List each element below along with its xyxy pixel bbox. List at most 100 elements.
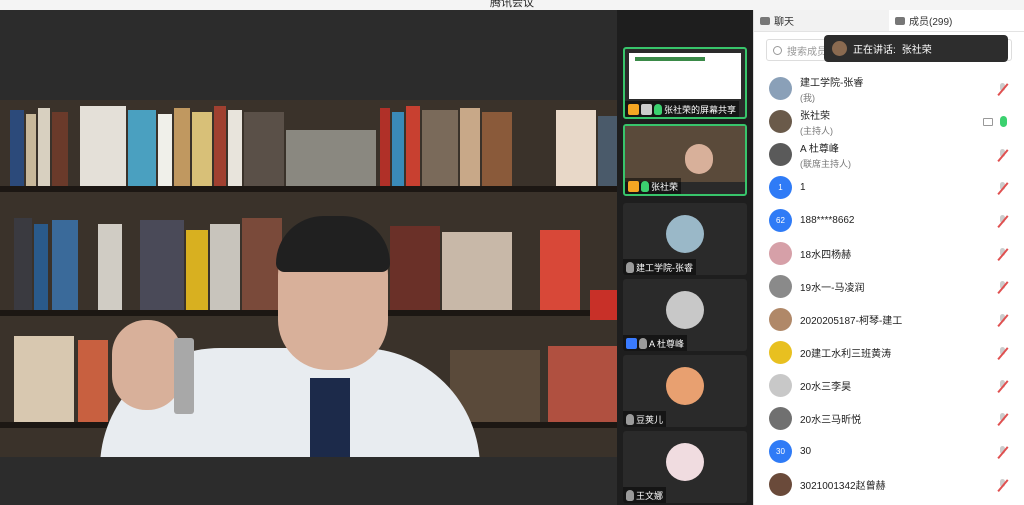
speaker-video — [0, 100, 617, 457]
participant-tile[interactable]: 张社荣 — [623, 124, 747, 196]
tile-label: 张社荣 — [651, 181, 679, 192]
member-name-block: 20水三马昕悦 — [800, 411, 861, 426]
mic-icon — [641, 180, 649, 192]
mic-muted-icon — [626, 413, 634, 425]
member-name: 20水三李昊 — [800, 382, 852, 393]
cohost-icon — [626, 337, 637, 349]
member-name-block: 20水三李昊 — [800, 378, 851, 393]
participant-tile[interactable]: A 杜尊峰 — [623, 279, 747, 351]
avatar — [769, 308, 792, 331]
member-name: 20建工水利三班黄涛 — [800, 349, 892, 360]
search-icon — [773, 45, 782, 55]
mic-muted-icon[interactable] — [998, 247, 1007, 260]
avatar — [666, 443, 704, 481]
member-name: 2020205187-柯琴-建工 — [800, 316, 903, 327]
member-row[interactable]: 30 30 — [754, 435, 1024, 468]
member-row[interactable]: 2020205187-柯琴-建工 — [754, 303, 1024, 336]
tile-label: A 杜尊峰 — [649, 338, 685, 349]
mic-muted-icon[interactable] — [998, 445, 1007, 458]
member-row[interactable]: 张社荣 (主持人) — [754, 105, 1024, 138]
avatar: 30 — [769, 440, 792, 463]
avatar — [769, 242, 792, 265]
mic-muted-icon[interactable] — [998, 412, 1007, 425]
avatar — [769, 473, 792, 496]
member-row[interactable]: A 杜尊峰 (联席主持人) — [754, 138, 1024, 171]
member-row[interactable]: 建工学院-张睿 (我) — [754, 72, 1024, 105]
member-name-block: A 杜尊峰 (联席主持人) — [800, 140, 851, 170]
member-name: 1 — [800, 182, 806, 193]
member-name-block: 30 — [800, 446, 811, 457]
mic-muted-icon — [639, 337, 647, 349]
video-thumbnail-strip[interactable]: 张社荣的屏幕共享 张社荣 建工学院-张睿 A 杜尊峰 豆荚儿 王文娜 — [617, 10, 753, 505]
avatar — [666, 215, 704, 253]
member-name: 张社荣 — [800, 110, 830, 122]
member-name: 建工学院-张睿 — [800, 77, 864, 89]
avatar — [769, 275, 792, 298]
mic-muted-icon[interactable] — [998, 214, 1007, 227]
member-name: 20水三马昕悦 — [800, 415, 862, 426]
avatar — [769, 110, 792, 133]
member-name-block: 1 — [800, 182, 806, 193]
mic-icon[interactable] — [1000, 116, 1007, 127]
member-name: 19水一-马凌润 — [800, 283, 865, 294]
member-name-block: 张社荣 (主持人) — [800, 107, 833, 137]
mic-muted-icon — [626, 489, 634, 501]
tile-label: 建工学院-张睿 — [636, 262, 693, 273]
mic-muted-icon[interactable] — [998, 379, 1007, 392]
member-name: 3021001342赵曾赫 — [800, 481, 886, 492]
tab-chat[interactable]: 聊天 — [754, 10, 889, 31]
member-row[interactable]: 19水一-马凌润 — [754, 270, 1024, 303]
member-role: (我) — [800, 92, 815, 103]
chat-icon — [760, 16, 770, 25]
member-row[interactable]: 3021001342赵曾赫 — [754, 468, 1024, 501]
tab-members[interactable]: 成员(299) — [889, 10, 1024, 31]
mic-icon — [654, 103, 662, 115]
screen-share-icon — [983, 117, 993, 126]
panel-tabs: 聊天 成员(299) — [754, 10, 1024, 32]
mic-muted-icon — [626, 261, 634, 273]
members-icon — [895, 16, 905, 25]
member-name-block: 19水一-马凌润 — [800, 279, 864, 294]
mic-muted-icon[interactable] — [998, 181, 1007, 194]
member-row[interactable]: 11 — [754, 171, 1024, 204]
host-icon — [628, 180, 639, 192]
member-name-block: 2020205187-柯琴-建工 — [800, 312, 902, 327]
member-role: (主持人) — [800, 125, 833, 136]
side-panel: 聊天 成员(299) 搜索成员 正在讲话: 张社荣 建工学院-张睿 (我) 张社荣(… — [753, 10, 1024, 505]
mic-muted-icon[interactable] — [998, 478, 1007, 491]
screen-share-tile[interactable]: 张社荣的屏幕共享 — [623, 47, 747, 119]
member-row[interactable]: 20建工水利三班黄涛 — [754, 336, 1024, 369]
member-name: A 杜尊峰 — [800, 143, 839, 155]
tile-label: 王文娜 — [636, 490, 664, 501]
member-row[interactable]: 18水四杨赫 — [754, 237, 1024, 270]
main-video-area[interactable] — [0, 10, 617, 505]
avatar — [666, 291, 704, 329]
window-title: 腾讯会议 — [490, 0, 534, 9]
member-row[interactable]: 20水三李昊 — [754, 369, 1024, 402]
tile-label: 张社荣的屏幕共享 — [664, 104, 737, 115]
avatar: 62 — [769, 209, 792, 232]
mic-muted-icon[interactable] — [998, 280, 1007, 293]
participant-tile[interactable]: 王文娜 — [623, 431, 747, 503]
title-bar: 腾讯会议 — [0, 0, 1024, 10]
share-icon — [641, 103, 652, 115]
member-row[interactable]: 20水三马昕悦 — [754, 402, 1024, 435]
host-icon — [628, 103, 639, 115]
avatar — [666, 367, 704, 405]
participant-tile[interactable]: 建工学院-张睿 — [623, 203, 747, 275]
tile-label: 豆荚儿 — [636, 414, 664, 425]
member-row[interactable]: 62 188****8662 — [754, 204, 1024, 237]
member-name: 30 — [800, 446, 812, 457]
avatar — [769, 77, 792, 100]
member-name: 188****8662 — [800, 215, 855, 226]
mic-muted-icon[interactable] — [998, 148, 1007, 161]
mic-muted-icon[interactable] — [998, 313, 1007, 326]
avatar — [769, 143, 792, 166]
avatar — [832, 41, 847, 56]
member-role: (联席主持人) — [800, 158, 851, 169]
member-list[interactable]: 建工学院-张睿 (我) 张社荣 (主持人) A 杜尊峰 (联席主持人) 1 1 62 188***… — [754, 72, 1024, 501]
mic-muted-icon[interactable] — [998, 346, 1007, 359]
avatar — [769, 407, 792, 430]
mic-muted-icon[interactable] — [998, 82, 1007, 95]
participant-tile[interactable]: 豆荚儿 — [623, 355, 747, 427]
